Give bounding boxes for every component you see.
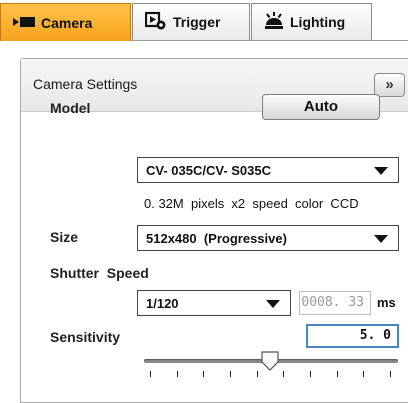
sensitivity-label: Sensitivity	[50, 329, 121, 345]
slider-tick	[363, 371, 365, 377]
slider-tick	[230, 371, 231, 377]
shutter-time-unit: ms	[377, 295, 396, 310]
model-select[interactable]: CV- 035C/CV- S035C	[137, 157, 399, 183]
auto-button[interactable]: Auto	[262, 94, 380, 120]
tab-lighting[interactable]: Lighting	[251, 3, 372, 40]
slider-tick	[310, 371, 311, 377]
model-label: Model	[50, 100, 91, 116]
tab-lighting-label: Lighting	[290, 14, 346, 30]
tab-camera[interactable]: Camera	[0, 3, 131, 41]
slider-tick	[390, 371, 391, 377]
size-select-value: 512x480 (Progressive)	[146, 230, 287, 246]
tab-camera-label: Camera	[41, 14, 93, 31]
camera-icon	[13, 15, 35, 31]
slider-tick	[256, 371, 258, 377]
tab-bar: Camera Trigger Lighting	[0, 0, 408, 41]
slider-tick	[176, 371, 178, 377]
expand-button[interactable]: »	[374, 73, 405, 97]
slider-tick	[203, 371, 205, 377]
shutter-speed-label: Shutter Speed	[50, 265, 149, 281]
shutter-speed-select-value: 1/120	[146, 295, 179, 311]
double-chevron-right-icon: »	[385, 76, 394, 93]
sensitivity-slider-thumb[interactable]	[261, 351, 279, 376]
slider-tick	[283, 371, 285, 377]
sensitivity-field[interactable]: 5. 0	[306, 324, 399, 348]
shutter-speed-select[interactable]: 1/120	[137, 290, 291, 316]
model-description: 0. 32M pixels x2 speed color CCD	[144, 196, 359, 211]
tab-trigger-label: Trigger	[173, 14, 221, 30]
chevron-down-icon	[266, 300, 280, 308]
panel-title: Camera Settings	[33, 76, 138, 92]
slider-tick	[150, 371, 151, 377]
lighting-icon	[264, 11, 284, 33]
chevron-down-icon	[374, 167, 388, 175]
tab-trigger[interactable]: Trigger	[132, 3, 250, 40]
slider-tick	[336, 371, 338, 377]
shutter-time-field[interactable]: 0008. 33	[299, 291, 371, 315]
trigger-icon	[144, 11, 167, 34]
model-select-value: CV- 035C/CV- S035C	[146, 162, 272, 178]
size-select[interactable]: 512x480 (Progressive)	[137, 225, 399, 251]
size-label: Size	[50, 229, 79, 245]
chevron-down-icon	[374, 235, 388, 243]
